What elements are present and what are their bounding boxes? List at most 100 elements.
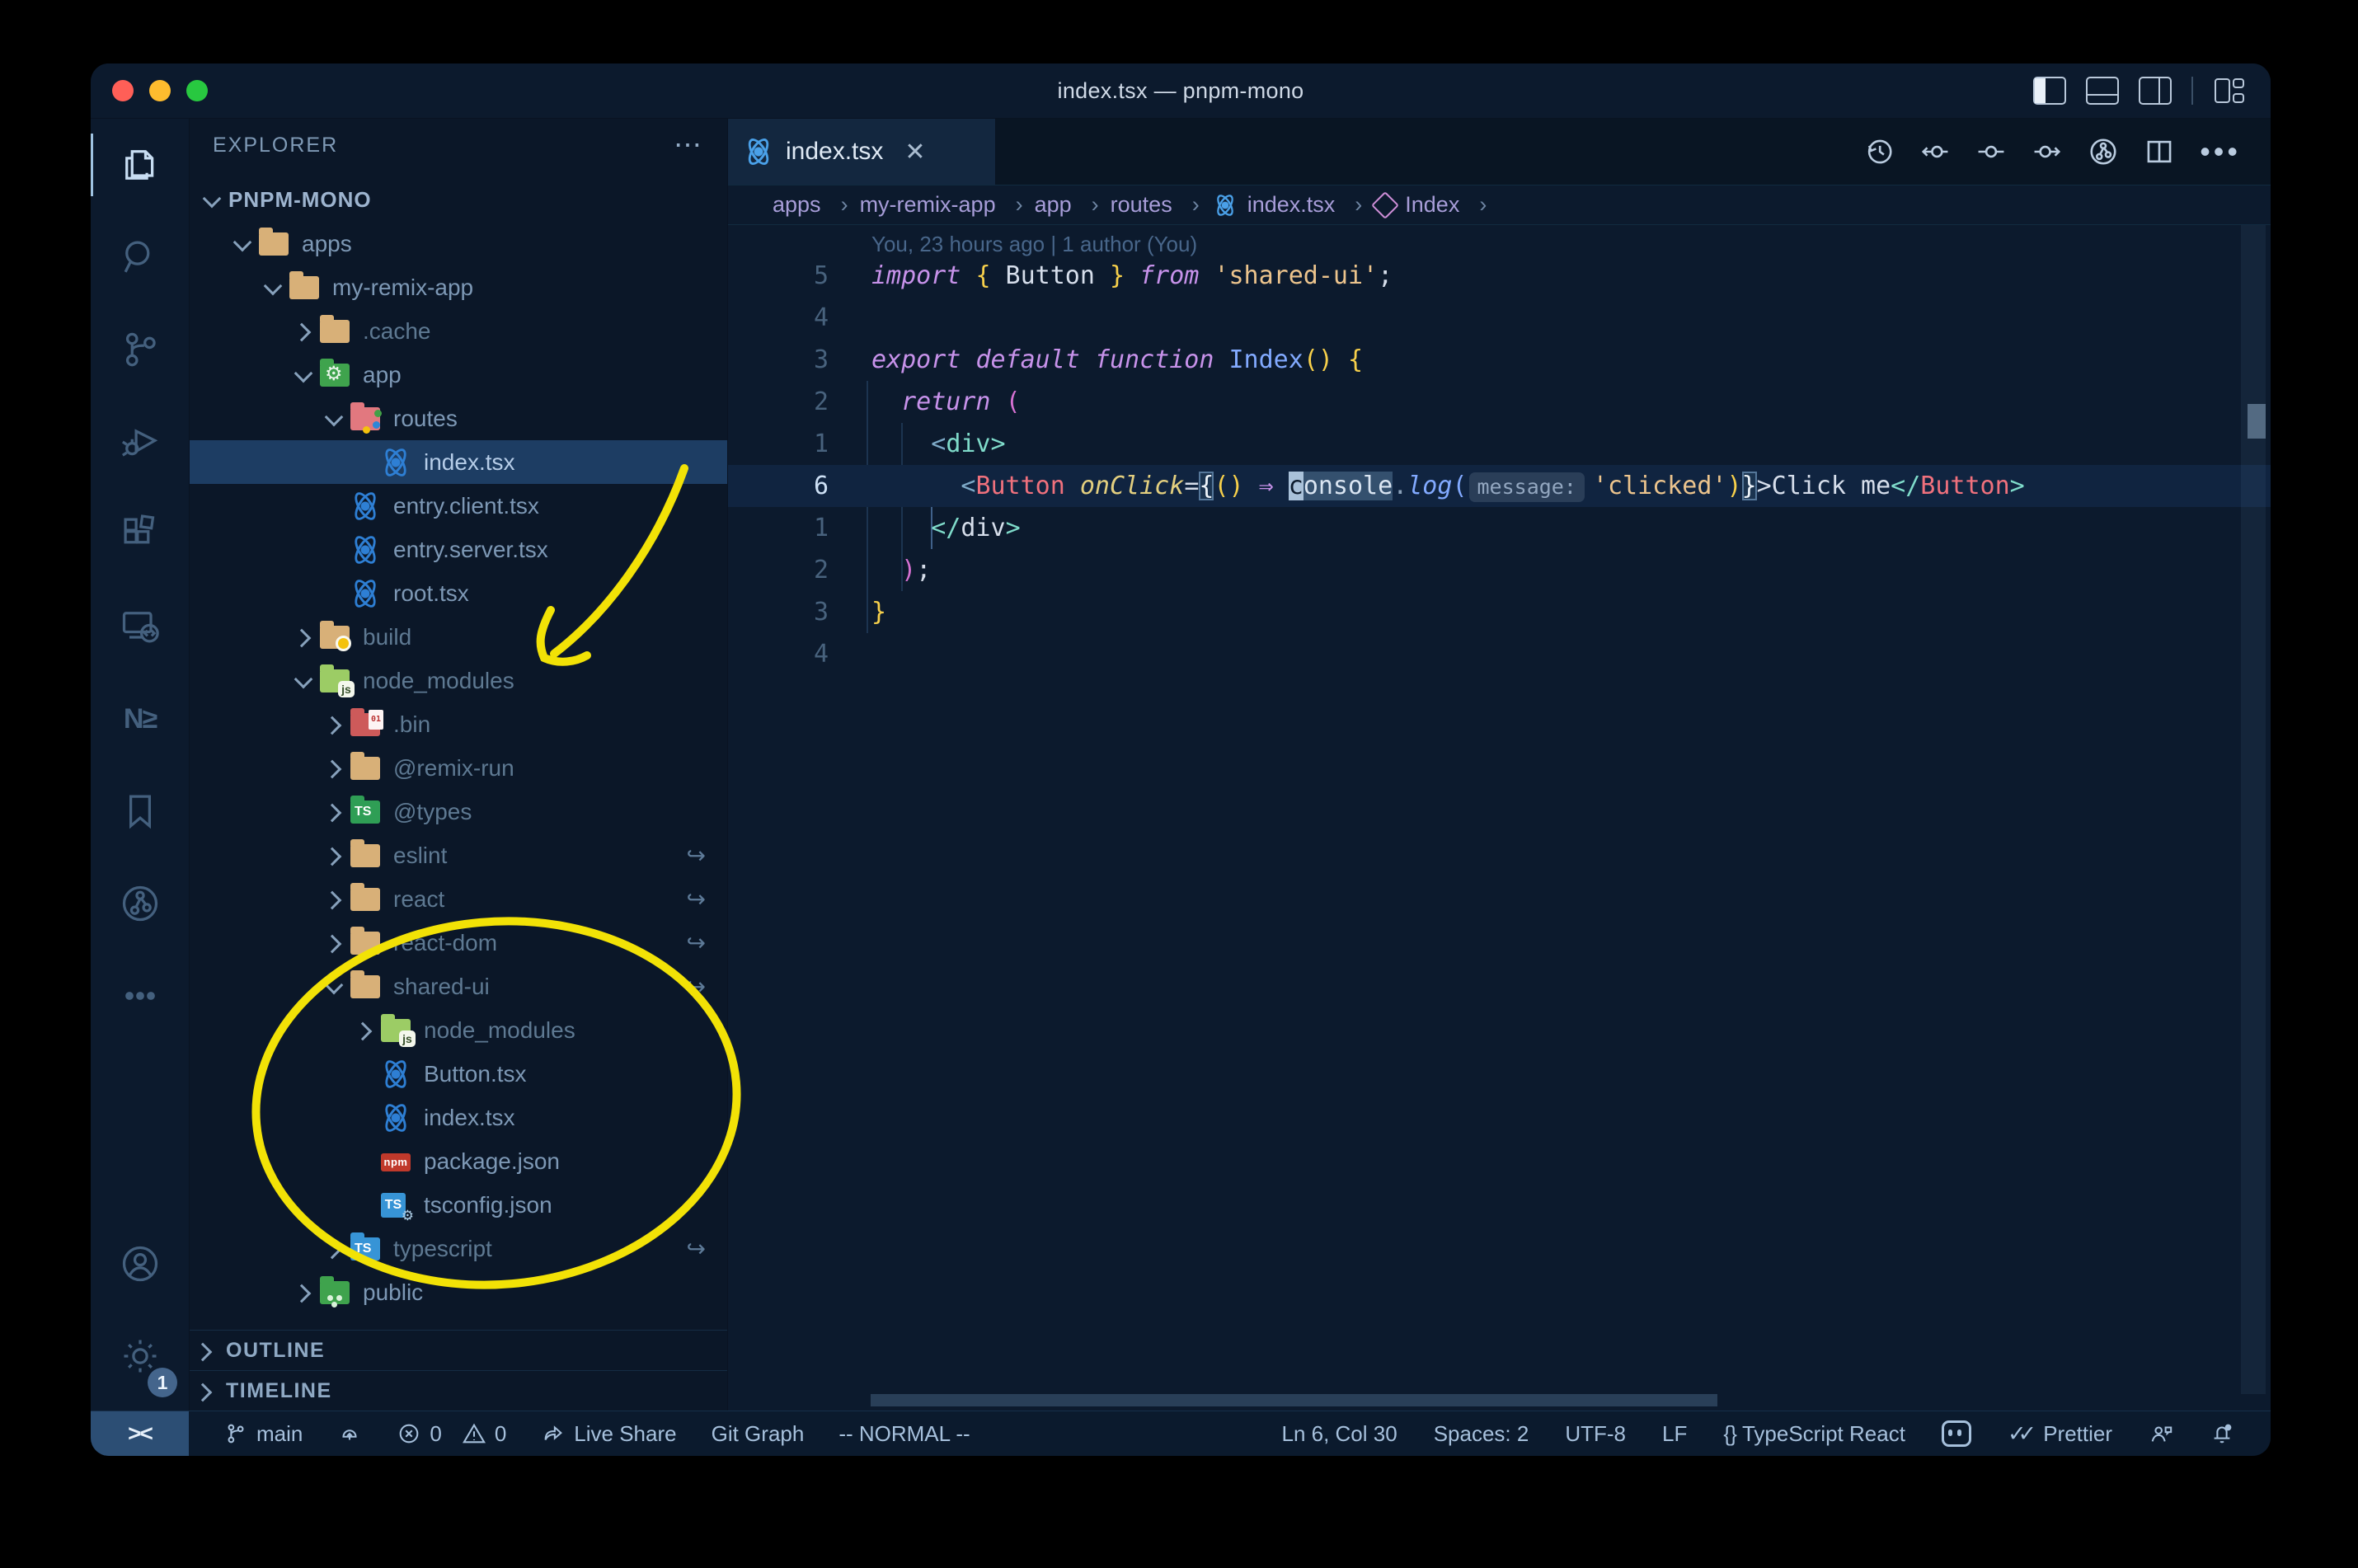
code-area[interactable]: You, 23 hours ago | 1 author (You) 5 imp…: [728, 225, 2271, 1411]
tree-row[interactable]: entry.client.tsx: [190, 484, 727, 528]
tab-index-tsx[interactable]: index.tsx ✕: [728, 119, 996, 185]
tree-row[interactable]: Button.tsx: [190, 1052, 727, 1096]
git-branch-status[interactable]: main: [223, 1421, 303, 1447]
breadcrumb-item[interactable]: my-remix-app ›: [860, 192, 1035, 218]
more-editor-actions-icon[interactable]: •••: [2200, 134, 2241, 169]
code-line[interactable]: 6 <Button onClick={() ⇒ console.log(mess…: [728, 465, 2271, 507]
nx-console-icon[interactable]: N≥: [91, 673, 189, 765]
horizontal-scrollbar[interactable]: [871, 1394, 1717, 1406]
tree-row[interactable]: @types: [190, 790, 727, 833]
tree-row[interactable]: eslint ↪: [190, 833, 727, 877]
search-icon[interactable]: [91, 211, 189, 303]
breadcrumb-item[interactable]: index.tsx ›: [1211, 192, 1374, 218]
bookmarks-icon[interactable]: [91, 765, 189, 857]
settings-gear-icon[interactable]: 1: [91, 1310, 189, 1402]
code-line[interactable]: 1 <div>: [728, 423, 2271, 465]
toggle-panel-icon[interactable]: [2086, 77, 2119, 105]
line-number[interactable]: 3: [728, 591, 829, 633]
tree-row[interactable]: routes: [190, 397, 727, 440]
extensions-icon[interactable]: [91, 488, 189, 580]
previous-change-icon[interactable]: [1919, 136, 1951, 167]
tree-row[interactable]: @remix-run: [190, 746, 727, 790]
live-share-button[interactable]: Live Share: [541, 1421, 677, 1447]
git-graph-action-icon[interactable]: [2088, 136, 2119, 167]
line-number[interactable]: 5: [728, 255, 829, 297]
timeline-section[interactable]: TIMELINE: [190, 1370, 727, 1411]
breadcrumb-item[interactable]: app ›: [1035, 192, 1111, 218]
code-line[interactable]: 3 }: [728, 591, 2271, 633]
tree-row[interactable]: shared-ui ↪: [190, 965, 727, 1008]
sync-changes-icon[interactable]: [337, 1421, 362, 1446]
eol-setting[interactable]: LF: [1662, 1421, 1687, 1447]
problems-status[interactable]: 0 0: [397, 1421, 506, 1447]
toggle-secondary-sidebar-icon[interactable]: [2139, 77, 2172, 105]
code-line[interactable]: 2 );: [728, 549, 2271, 591]
tree-row[interactable]: index.tsx: [190, 1096, 727, 1139]
breadcrumb-item[interactable]: routes ›: [1111, 192, 1211, 218]
tree-row[interactable]: .cache: [190, 309, 727, 353]
line-number[interactable]: 1: [728, 423, 829, 465]
open-change-icon[interactable]: [1975, 136, 2007, 167]
local-history-icon[interactable]: [1863, 136, 1895, 167]
tree-row[interactable]: index.tsx: [190, 440, 727, 484]
tree-row[interactable]: my-remix-app: [190, 265, 727, 309]
next-change-icon[interactable]: [2032, 136, 2063, 167]
breadcrumb-item[interactable]: apps ›: [773, 192, 860, 218]
tree-row[interactable]: package.json: [190, 1139, 727, 1183]
run-and-debug-icon[interactable]: [91, 396, 189, 488]
git-graph-icon[interactable]: [91, 857, 189, 950]
more-views-icon[interactable]: [91, 950, 189, 1042]
toggle-primary-sidebar-icon[interactable]: [2033, 77, 2066, 105]
line-number[interactable]: 3: [728, 339, 829, 381]
indentation-setting[interactable]: Spaces: 2: [1434, 1421, 1529, 1447]
tree-row[interactable]: tsconfig.json: [190, 1183, 727, 1227]
git-graph-button[interactable]: Git Graph: [712, 1421, 805, 1447]
code-line[interactable]: 4: [728, 297, 2271, 339]
title-bar[interactable]: index.tsx — pnpm-mono: [91, 63, 2271, 119]
line-number[interactable]: 4: [728, 633, 829, 675]
copilot-icon[interactable]: [1941, 1420, 1971, 1447]
line-number[interactable]: 6: [728, 465, 829, 507]
tree-row[interactable]: typescript ↪: [190, 1227, 727, 1270]
prettier-status[interactable]: ✓✓ Prettier: [2008, 1421, 2112, 1447]
code-line[interactable]: 5 import { Button } from 'shared-ui';: [728, 255, 2271, 297]
code-line[interactable]: 1 </div>: [728, 507, 2271, 549]
tree-row[interactable]: app: [190, 353, 727, 397]
tree-row[interactable]: node_modules: [190, 1008, 727, 1052]
remote-indicator[interactable]: ><: [91, 1411, 189, 1456]
source-control-icon[interactable]: [91, 303, 189, 396]
tree-row[interactable]: PNPM-MONO: [190, 178, 727, 222]
close-tab-icon[interactable]: ✕: [904, 138, 925, 167]
vim-mode-indicator[interactable]: -- NORMAL --: [838, 1421, 970, 1447]
tree-row[interactable]: build: [190, 615, 727, 659]
line-number[interactable]: 1: [728, 507, 829, 549]
cursor-position[interactable]: Ln 6, Col 30: [1281, 1421, 1397, 1447]
code-line[interactable]: 3 export default function Index() {: [728, 339, 2271, 381]
tree-row[interactable]: public: [190, 1270, 727, 1314]
tree-row[interactable]: react ↪: [190, 877, 727, 921]
code-line[interactable]: 2 return (: [728, 381, 2271, 423]
tree-row[interactable]: .bin: [190, 702, 727, 746]
line-number[interactable]: 4: [728, 297, 829, 339]
split-editor-icon[interactable]: [2144, 136, 2175, 167]
tree-row[interactable]: apps: [190, 222, 727, 265]
bell-dot-icon[interactable]: [2210, 1421, 2234, 1446]
explorer-more-actions-icon[interactable]: ⋯: [674, 129, 704, 162]
outline-section[interactable]: OUTLINE: [190, 1330, 727, 1370]
breadcrumb-item[interactable]: Index ›: [1371, 190, 1498, 219]
tree-row[interactable]: react-dom ↪: [190, 921, 727, 965]
tree-row[interactable]: root.tsx: [190, 571, 727, 615]
encoding-setting[interactable]: UTF-8: [1565, 1421, 1626, 1447]
tree-row[interactable]: entry.server.tsx: [190, 528, 727, 571]
account-icon[interactable]: [91, 1218, 189, 1310]
tree-row[interactable]: node_modules: [190, 659, 727, 702]
code-line[interactable]: 4: [728, 633, 2271, 675]
line-number[interactable]: 2: [728, 381, 829, 423]
person-feedback-icon[interactable]: [2149, 1421, 2173, 1446]
customize-layout-icon[interactable]: [2213, 77, 2246, 105]
remote-explorer-icon[interactable]: [91, 580, 189, 673]
line-number[interactable]: 2: [728, 549, 829, 591]
vertical-scrollbar[interactable]: [2241, 225, 2266, 1394]
explorer-icon[interactable]: [91, 119, 189, 211]
language-mode[interactable]: { } TypeScript React: [1723, 1421, 1905, 1447]
